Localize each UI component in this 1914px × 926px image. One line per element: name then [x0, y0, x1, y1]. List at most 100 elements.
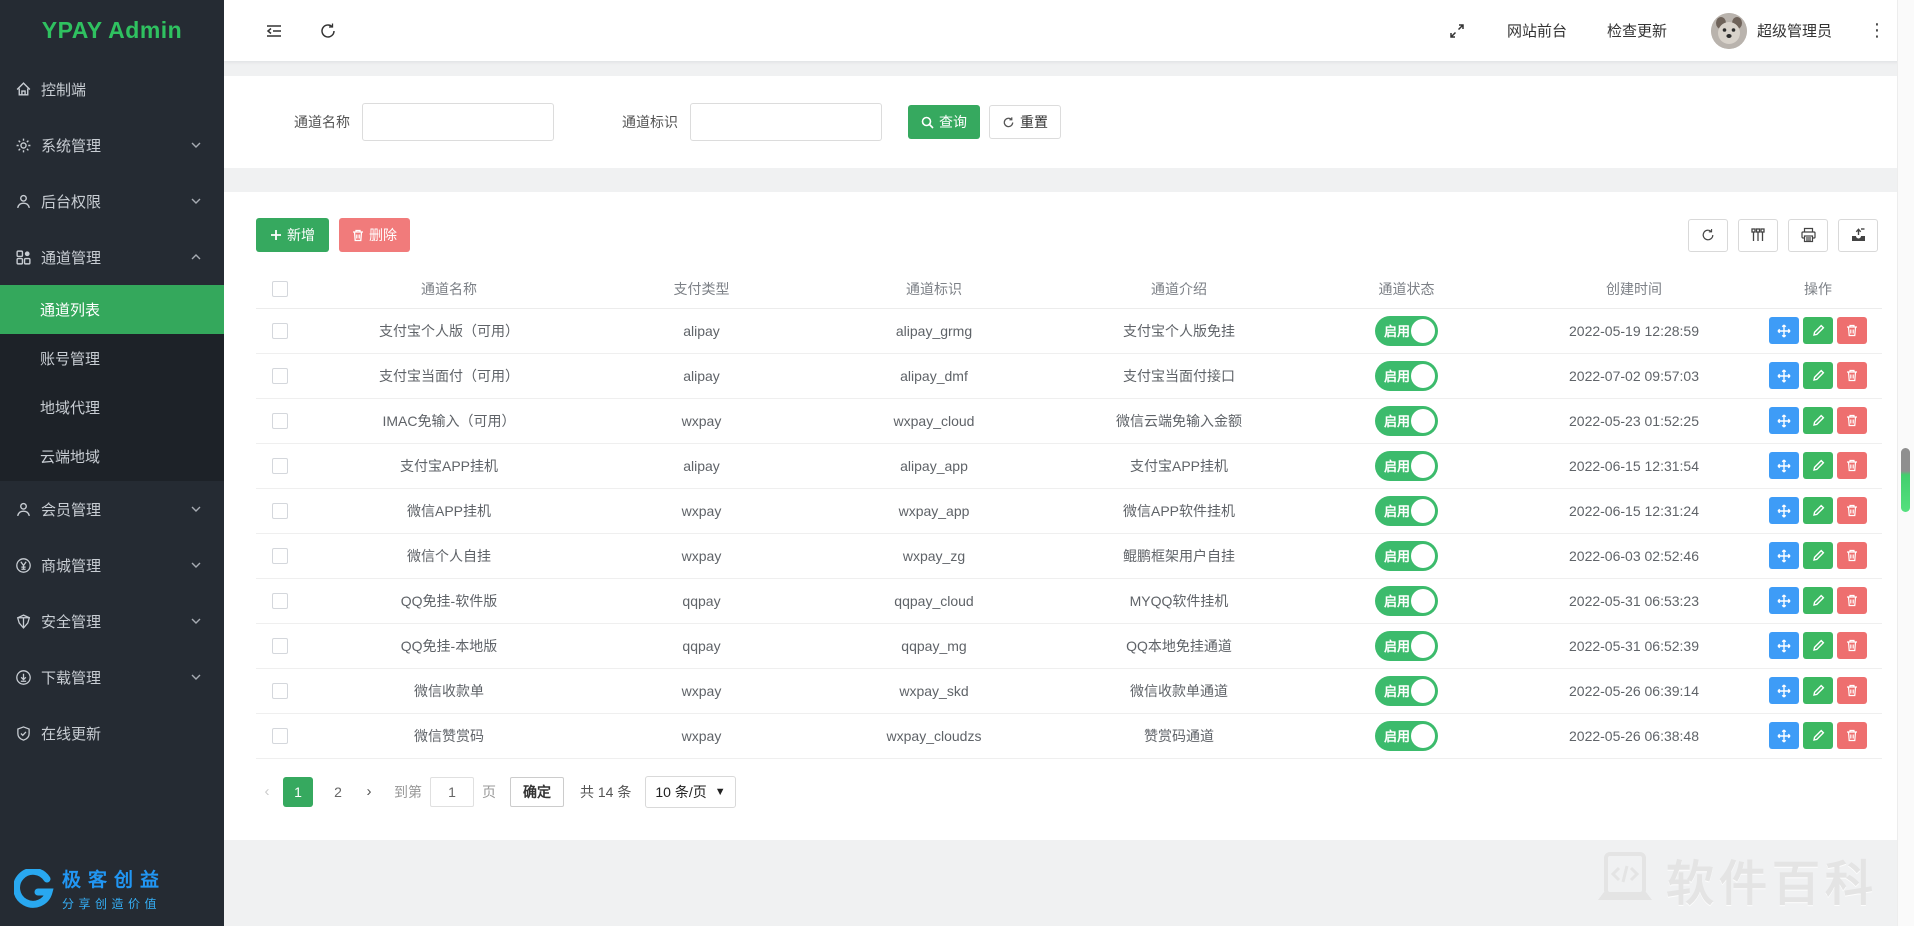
print-button[interactable] — [1788, 219, 1828, 252]
sidebar-item-console[interactable]: 控制端 — [0, 61, 224, 117]
refresh-icon[interactable] — [318, 21, 338, 41]
cell-channel-code: alipay_grmg — [809, 308, 1059, 353]
page-button-2[interactable]: 2 — [323, 777, 353, 807]
edit-row-button[interactable] — [1803, 587, 1833, 614]
row-checkbox[interactable] — [272, 503, 288, 519]
table-refresh-button[interactable] — [1688, 219, 1728, 252]
sidebar-item-channels[interactable]: 通道管理 — [0, 229, 224, 285]
sidebar-item-account-mgmt[interactable]: 账号管理 — [0, 334, 224, 383]
move-row-button[interactable] — [1769, 587, 1799, 614]
row-checkbox[interactable] — [272, 548, 288, 564]
columns-filter-button[interactable] — [1738, 219, 1778, 252]
status-toggle[interactable]: 启用 — [1375, 586, 1438, 616]
row-checkbox[interactable] — [272, 683, 288, 699]
edit-row-button[interactable] — [1803, 407, 1833, 434]
add-button[interactable]: 新增 — [256, 218, 329, 252]
edit-row-button[interactable] — [1803, 677, 1833, 704]
move-row-button[interactable] — [1769, 317, 1799, 344]
prev-page-button[interactable]: ‹ — [256, 783, 278, 800]
edit-row-button[interactable] — [1803, 362, 1833, 389]
page-size-select[interactable]: 10 条/页 ▼ — [645, 776, 735, 808]
cell-channel-desc: MYQQ软件挂机 — [1059, 578, 1299, 623]
channel-code-input[interactable] — [690, 103, 882, 141]
move-row-button[interactable] — [1769, 362, 1799, 389]
delete-row-button[interactable] — [1837, 542, 1867, 569]
status-toggle[interactable]: 启用 — [1375, 316, 1438, 346]
next-page-button[interactable]: › — [358, 783, 380, 800]
status-toggle[interactable]: 启用 — [1375, 451, 1438, 481]
sidebar-item-system[interactable]: 系统管理 — [0, 117, 224, 173]
fullscreen-icon[interactable] — [1447, 21, 1467, 41]
move-row-button[interactable] — [1769, 542, 1799, 569]
avatar[interactable] — [1711, 13, 1747, 49]
delete-row-button[interactable] — [1837, 362, 1867, 389]
frontend-link[interactable]: 网站前台 — [1507, 20, 1567, 41]
row-checkbox[interactable] — [272, 638, 288, 654]
export-button[interactable] — [1838, 219, 1878, 252]
delete-row-button[interactable] — [1837, 632, 1867, 659]
row-checkbox[interactable] — [272, 593, 288, 609]
row-checkbox[interactable] — [272, 728, 288, 744]
reset-button[interactable]: 重置 — [989, 105, 1061, 139]
collapse-menu-icon[interactable] — [264, 21, 284, 41]
move-row-button[interactable] — [1769, 407, 1799, 434]
move-icon — [1777, 549, 1791, 563]
edit-row-button[interactable] — [1803, 452, 1833, 479]
status-toggle[interactable]: 启用 — [1375, 361, 1438, 391]
edit-row-button[interactable] — [1803, 542, 1833, 569]
row-checkbox[interactable] — [272, 413, 288, 429]
move-row-button[interactable] — [1769, 632, 1799, 659]
page-button-1[interactable]: 1 — [283, 777, 313, 807]
delete-row-button[interactable] — [1837, 452, 1867, 479]
cell-channel-name: 微信收款单 — [304, 668, 594, 713]
delete-row-button[interactable] — [1837, 722, 1867, 749]
edit-row-button[interactable] — [1803, 317, 1833, 344]
goto-page-input[interactable] — [430, 777, 474, 807]
status-toggle[interactable]: 启用 — [1375, 721, 1438, 751]
geek-logo-icon — [14, 869, 54, 909]
sidebar-item-region-agent[interactable]: 地域代理 — [0, 383, 224, 432]
delete-button[interactable]: 删除 — [339, 218, 410, 252]
edit-row-button[interactable] — [1803, 632, 1833, 659]
sidebar-item-security[interactable]: 安全管理 — [0, 593, 224, 649]
cell-channel-desc: 支付宝个人版免挂 — [1059, 308, 1299, 353]
status-toggle[interactable]: 启用 — [1375, 631, 1438, 661]
delete-row-button[interactable] — [1837, 497, 1867, 524]
sidebar-item-permissions[interactable]: 后台权限 — [0, 173, 224, 229]
row-checkbox[interactable] — [272, 323, 288, 339]
query-button[interactable]: 查询 — [908, 105, 980, 139]
username[interactable]: 超级管理员 — [1757, 20, 1832, 41]
sidebar-item-online-update[interactable]: 在线更新 — [0, 705, 224, 761]
scrollbar-track[interactable] — [1897, 0, 1914, 926]
sidebar-item-downloads[interactable]: 下载管理 — [0, 649, 224, 705]
delete-row-button[interactable] — [1837, 677, 1867, 704]
goto-confirm-button[interactable]: 确定 — [510, 777, 564, 807]
pagination: ‹ 1 2 › 到第 页 确定 共 14 条 10 条/页 ▼ — [256, 776, 1882, 808]
move-row-button[interactable] — [1769, 722, 1799, 749]
delete-row-button[interactable] — [1837, 407, 1867, 434]
more-menu-icon[interactable]: ⋮ — [1868, 20, 1886, 41]
delete-row-button[interactable] — [1837, 587, 1867, 614]
status-toggle[interactable]: 启用 — [1375, 541, 1438, 571]
delete-row-button[interactable] — [1837, 317, 1867, 344]
scrollbar-thumb[interactable] — [1901, 448, 1910, 512]
cell-pay-type: wxpay — [594, 398, 809, 443]
status-label: 启用 — [1384, 411, 1410, 430]
channel-name-input[interactable] — [362, 103, 554, 141]
sidebar-item-cloud-region[interactable]: 云端地域 — [0, 432, 224, 481]
row-checkbox[interactable] — [272, 368, 288, 384]
select-all-checkbox[interactable] — [272, 281, 288, 297]
sidebar-item-mall[interactable]: 商城管理 — [0, 537, 224, 593]
edit-row-button[interactable] — [1803, 497, 1833, 524]
edit-row-button[interactable] — [1803, 722, 1833, 749]
status-toggle[interactable]: 启用 — [1375, 406, 1438, 436]
move-row-button[interactable] — [1769, 452, 1799, 479]
sidebar-item-channel-list[interactable]: 通道列表 — [0, 285, 224, 334]
status-toggle[interactable]: 启用 — [1375, 676, 1438, 706]
status-toggle[interactable]: 启用 — [1375, 496, 1438, 526]
row-checkbox[interactable] — [272, 458, 288, 474]
move-row-button[interactable] — [1769, 497, 1799, 524]
sidebar-item-members[interactable]: 会员管理 — [0, 481, 224, 537]
check-update-link[interactable]: 检查更新 — [1607, 20, 1667, 41]
move-row-button[interactable] — [1769, 677, 1799, 704]
